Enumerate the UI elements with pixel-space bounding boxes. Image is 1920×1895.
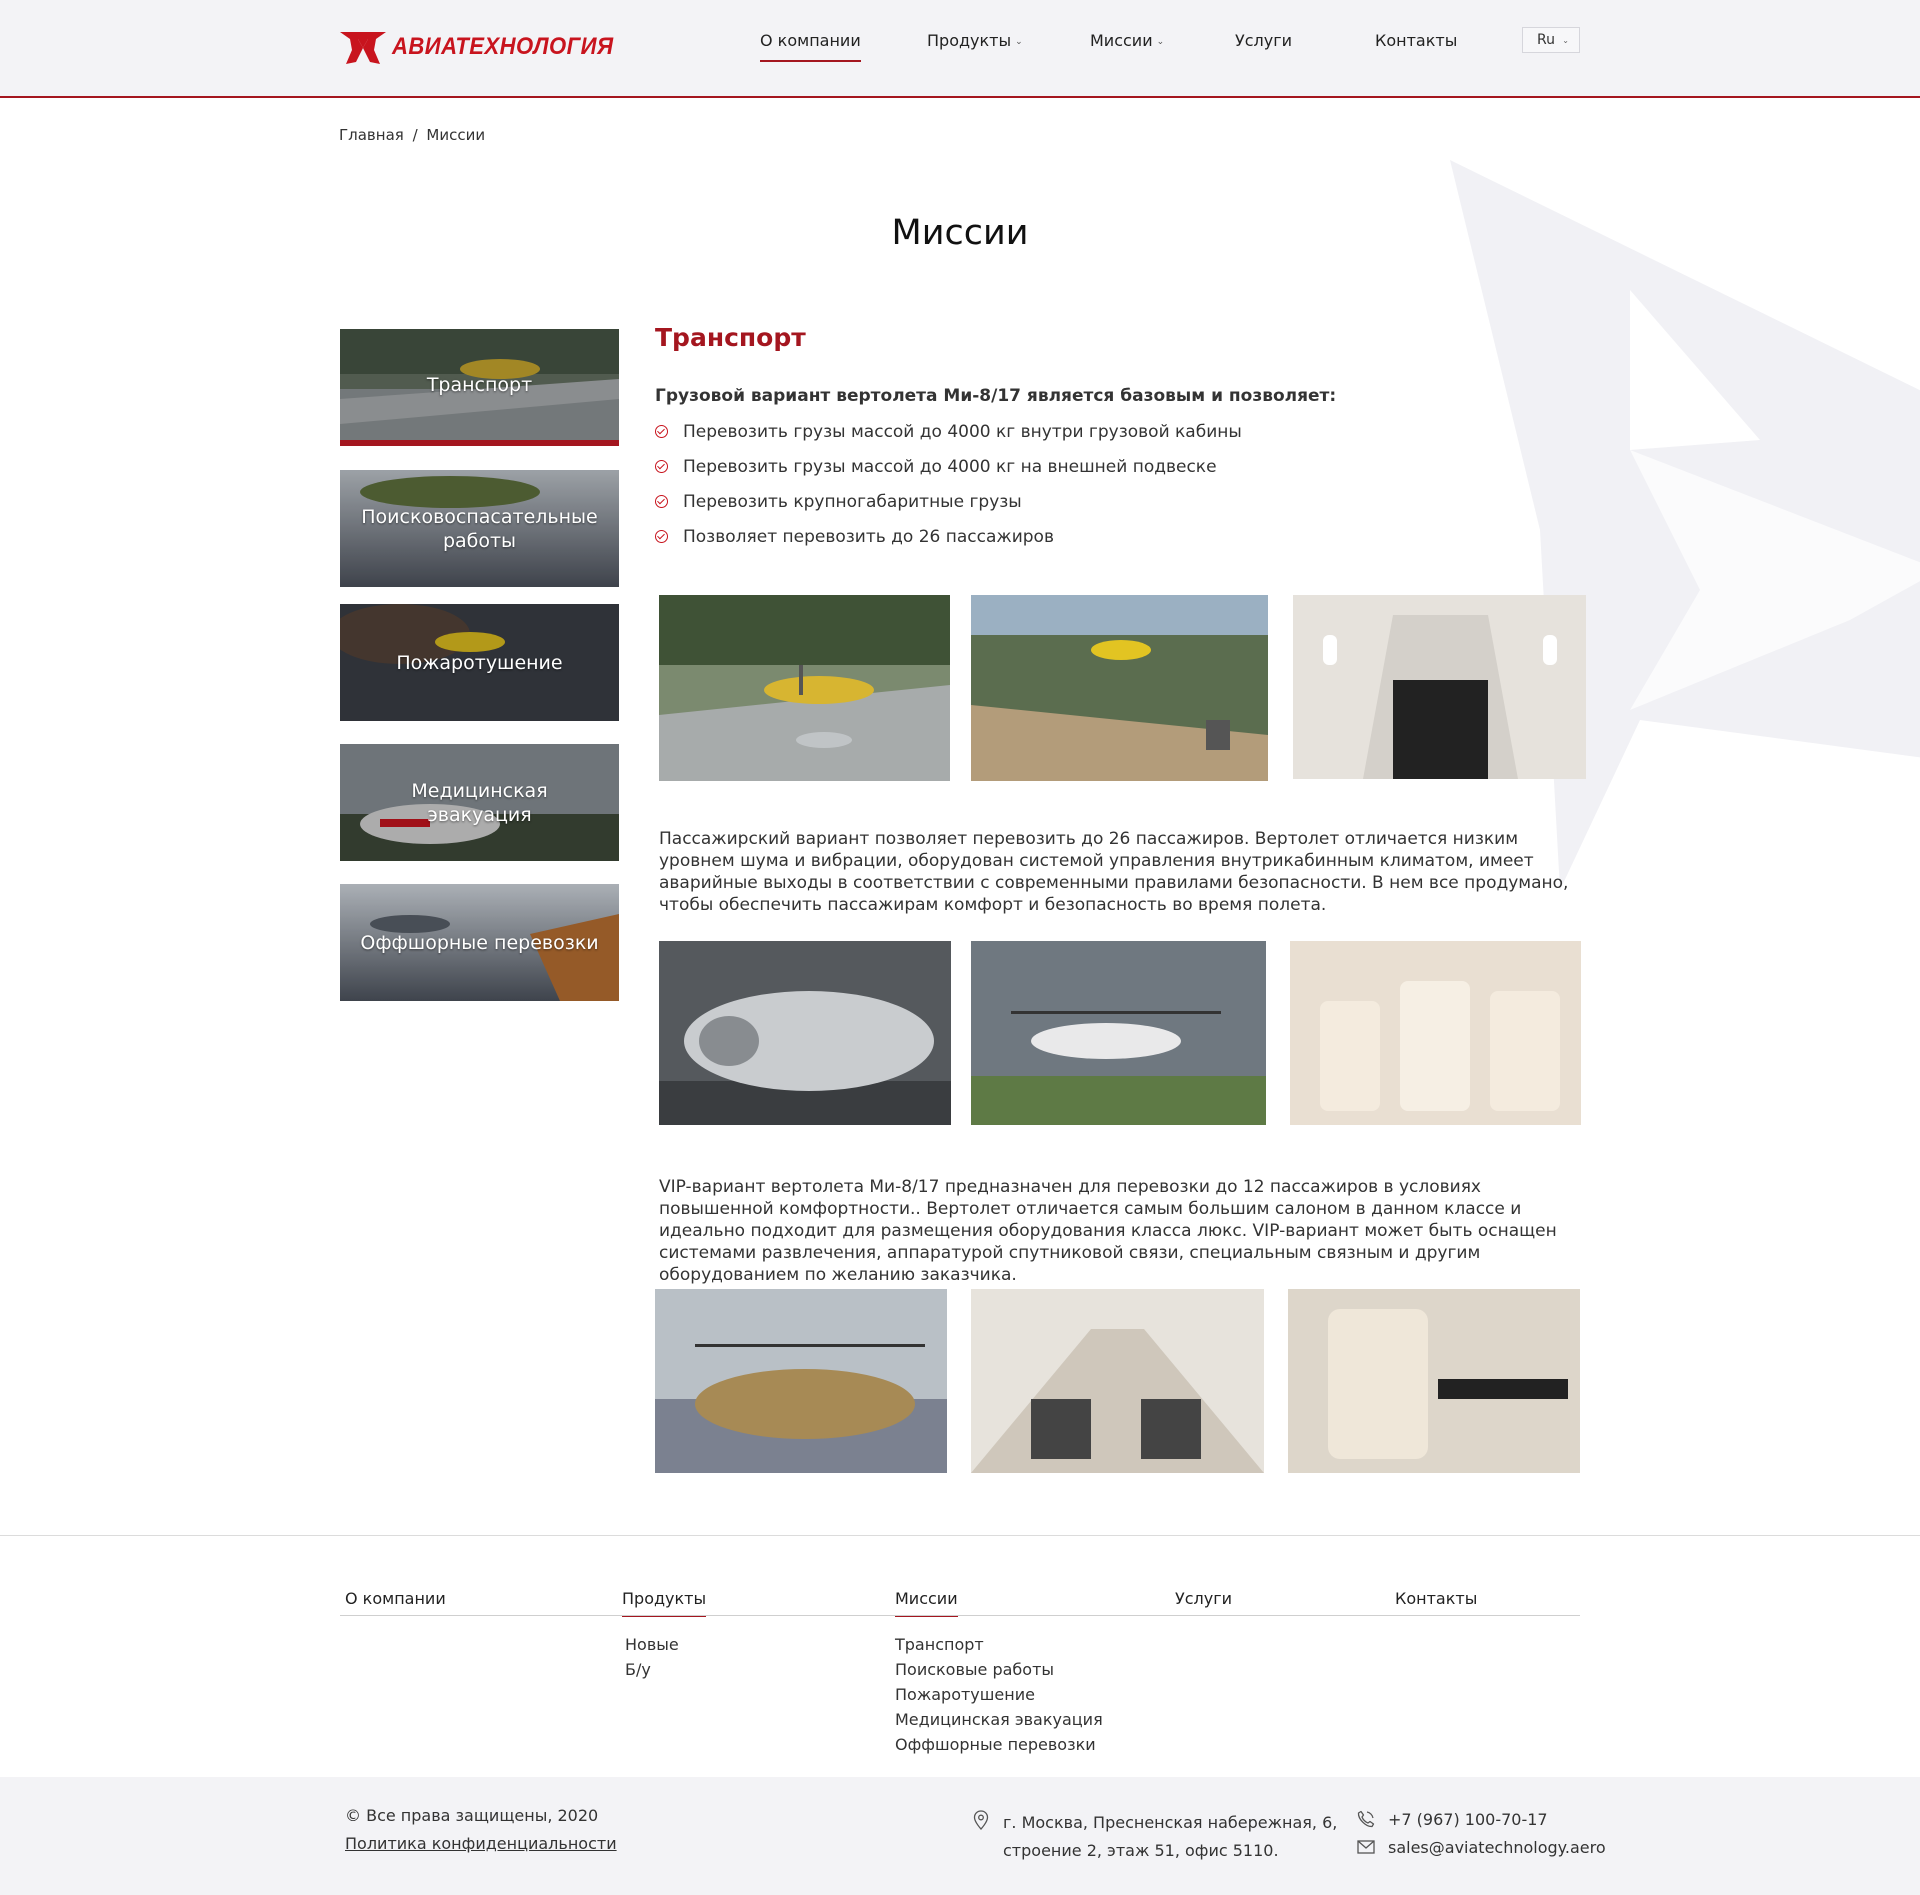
sidebar-item-offshore[interactable]: Оффшорные перевозки [340,884,619,1001]
photo-placeholder [1288,1289,1580,1473]
language-value: Ru [1537,32,1555,48]
photo-placeholder [971,595,1268,781]
sidebar-item-label: Пожаротушение [396,651,563,674]
breadcrumb-current: Миссии [426,126,486,144]
sidebar-item-firefighting[interactable]: Пожаротушение [340,604,619,721]
nav-products[interactable]: Продукты ⌄ [927,31,1023,50]
list-item-text: Позволяет перевозить до 26 пассажиров [683,527,1054,547]
lead-text: Грузовой вариант вертолета Ми-8/17 являе… [655,386,1337,406]
passenger-description: Пассажирский вариант позволяет перевозит… [659,829,1569,915]
footer-link-offshore[interactable]: Оффшорные перевозки [895,1735,1096,1754]
footer-link-medevac[interactable]: Медицинская эвакуация [895,1710,1103,1729]
chevron-down-icon: ⌄ [1562,36,1569,45]
photo-placeholder [1290,941,1581,1125]
phone-icon [1357,1810,1375,1828]
nav-services[interactable]: Услуги [1235,31,1292,50]
logo-text: АВИАТЕХНОЛОГИЯ [392,33,614,60]
footer-divider [0,1535,1920,1536]
photo-placeholder [659,941,951,1125]
footer-nav-missions[interactable]: Миссии [895,1589,958,1617]
list-item: Перевозить грузы массой до 4000 кг на вн… [655,455,1242,490]
nav-contacts-label: Контакты [1375,31,1458,50]
site-header: АВИАТЕХНОЛОГИЯ О компании Продукты ⌄ Мисс… [0,0,1920,98]
sidebar-item-label: Оффшорные перевозки [360,931,599,954]
phone-link[interactable]: +7 (967) 100-70-17 [1388,1810,1548,1829]
nav-about-label: О компании [760,31,861,50]
sidebar-item-label: Транспорт [426,373,533,396]
sidebar-item-search-rescue[interactable]: Поисковоспасательные работы [340,470,619,587]
breadcrumb-home[interactable]: Главная [339,126,404,144]
location-pin-icon [973,1810,989,1830]
photo-placeholder [655,1289,947,1473]
sidebar-item-label: Медицинская эвакуация [411,779,548,826]
photo-placeholder [659,595,950,781]
vip-description: VIP-вариант вертолета Ми-8/17 предназнач… [659,1177,1557,1285]
list-item: Позволяет перевозить до 26 пассажиров [655,525,1242,560]
sidebar-item-medevac[interactable]: Медицинская эвакуация [340,744,619,861]
feature-list: Перевозить грузы массой до 4000 кг внутр… [655,420,1242,560]
vip-helicopter-photo[interactable] [655,1289,947,1473]
privacy-policy-link[interactable]: Политика конфиденциальности [345,1834,617,1853]
list-item-text: Перевозить грузы массой до 4000 кг внутр… [683,422,1242,442]
passenger-cabin-seats-photo[interactable] [1290,941,1581,1125]
breadcrumb: Главная / Миссии [339,126,485,144]
footer-link-transport[interactable]: Транспорт [895,1635,984,1654]
photo-placeholder [971,941,1266,1125]
nav-about[interactable]: О компании [760,31,861,62]
sidebar-item-label: Поисковоспасательные работы [361,505,598,552]
footer-nav-about[interactable]: О компании [345,1589,446,1608]
list-item-text: Перевозить грузы массой до 4000 кг на вн… [683,457,1217,477]
vip-seat-photo[interactable] [1288,1289,1580,1473]
footer-link-new[interactable]: Новые [625,1635,679,1654]
background-star-decoration [1450,160,1920,890]
footer-link-used[interactable]: Б/у [625,1660,651,1679]
footer-nav-divider [340,1615,1580,1616]
address-line-1: г. Москва, Пресненская набережная, 6, [1003,1813,1338,1832]
chevron-down-icon: ⌄ [1015,36,1023,47]
check-circle-icon [655,425,668,438]
list-item: Перевозить крупногабаритные грузы [655,490,1242,525]
nav-products-label: Продукты [927,31,1012,50]
address-line-2: строение 2, этаж 51, офис 5110. [1003,1841,1279,1860]
list-item-text: Перевозить крупногабаритные грузы [683,492,1022,512]
footer-nav-services[interactable]: Услуги [1175,1589,1232,1608]
star-logo-icon [340,32,386,64]
footer-nav-contacts[interactable]: Контакты [1395,1589,1477,1608]
passenger-helicopter-flight-photo[interactable] [971,941,1266,1125]
sidebar-item-transport[interactable]: Транспорт [340,329,619,446]
cargo-cabin-photo[interactable] [1293,595,1586,779]
language-select[interactable]: Ru ⌄ [1522,27,1580,53]
breadcrumb-separator: / [412,126,418,144]
nav-missions[interactable]: Миссии ⌄ [1090,31,1164,50]
check-circle-icon [655,495,668,508]
photo-placeholder [971,1289,1264,1473]
list-item: Перевозить грузы массой до 4000 кг внутр… [655,420,1242,455]
cargo-sling-photo[interactable] [971,595,1268,781]
cargo-helicopter-photo[interactable] [659,595,950,781]
chevron-down-icon: ⌄ [1156,36,1165,47]
mail-icon [1357,1840,1375,1854]
copyright: © Все права защищены, 2020 [345,1806,599,1825]
nav-services-label: Услуги [1235,31,1293,50]
footer-bottom-bar [0,1777,1920,1895]
footer-link-firefighting[interactable]: Пожаротушение [895,1685,1035,1704]
address: г. Москва, Пресненская набережная, 6, ст… [1003,1809,1337,1865]
email-link[interactable]: sales@aviatechnology.aero [1388,1838,1606,1857]
nav-missions-label: Миссии [1090,31,1153,50]
check-circle-icon [655,460,668,473]
section-title: Транспорт [655,323,806,352]
footer-nav-products[interactable]: Продукты [622,1589,707,1617]
vip-cabin-photo[interactable] [971,1289,1264,1473]
passenger-helicopter-hangar-photo[interactable] [659,941,951,1125]
check-circle-icon [655,530,668,543]
logo[interactable]: АВИАТЕХНОЛОГИЯ [340,30,633,64]
footer-link-search[interactable]: Поисковые работы [895,1660,1054,1679]
nav-contacts[interactable]: Контакты [1375,31,1457,50]
page-title: Миссии [891,213,1029,253]
photo-placeholder [1293,595,1586,779]
